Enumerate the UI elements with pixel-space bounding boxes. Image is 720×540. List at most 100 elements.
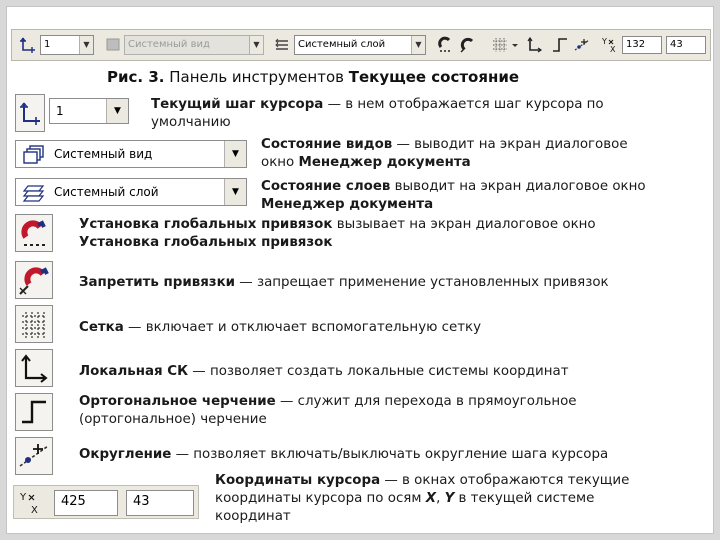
grid-icon[interactable]: [490, 35, 510, 55]
text: — в нем отображается шаг курсора по: [323, 97, 604, 112]
cursor-step-select[interactable]: 1 ▼: [40, 35, 94, 55]
view-state-combo[interactable]: Системный вид ▼: [15, 140, 247, 168]
cursor-coords-desc: Координаты курсора — в окнах отображаютс…: [215, 472, 629, 526]
term: Состояние видов: [261, 137, 393, 152]
axis-y: Y: [444, 491, 455, 506]
local-cs-icon: [21, 354, 48, 383]
cursor-step-icon[interactable]: [18, 35, 38, 55]
disable-snaps-button[interactable]: [15, 261, 53, 299]
view-state-combo-value: Системный вид: [54, 147, 153, 161]
term: Установка глобальных привязок: [79, 217, 333, 232]
disable-snaps-desc: Запретить привязки — запрещает применени…: [79, 274, 609, 292]
term: Менеджер документа: [261, 197, 434, 212]
layer-state-select[interactable]: Системный слой ▼: [294, 35, 426, 55]
svg-text:Y: Y: [601, 37, 607, 46]
text: — служит для перехода в прямоугольное: [275, 394, 577, 409]
svg-text:X: X: [31, 505, 38, 516]
cursor-step-desc: Текущий шаг курсора — в нем отображается…: [151, 96, 604, 132]
ortho-desc: Ортогональное черчение — служит для пере…: [79, 393, 577, 429]
ortho-button[interactable]: [15, 393, 53, 431]
term: Менеджер документа: [298, 155, 471, 170]
dropdown-arrow-icon[interactable]: [510, 35, 520, 55]
grid-icon: [22, 312, 46, 338]
term: Локальная СК: [79, 364, 189, 379]
text: — в окнах отображаются текущие: [380, 473, 630, 488]
caption-text: Панель инструментов: [164, 68, 349, 86]
rounding-button[interactable]: [15, 437, 53, 475]
cursor-x-value: 132: [626, 39, 646, 50]
global-snaps-button[interactable]: [15, 214, 53, 252]
text: — запрещает применение установленных при…: [235, 275, 609, 290]
svg-text:Y: Y: [19, 492, 27, 503]
cursor-coords-panel: Y X 425 43: [13, 485, 199, 519]
text: — позволяет включать/выключать округлени…: [171, 447, 609, 462]
layer-state-combo-value: Системный слой: [54, 185, 159, 199]
cursor-y-value: 43: [133, 494, 150, 509]
layer-state-combo[interactable]: Системный слой ▼: [15, 178, 247, 206]
local-cs-desc: Локальная СК — позволяет создать локальн…: [79, 363, 569, 381]
cursor-x-field[interactable]: 132: [622, 36, 662, 54]
term: Состояние слоев: [261, 179, 391, 194]
text: умолчанию: [151, 115, 231, 130]
term: Сетка: [79, 320, 124, 335]
cursor-coords-icon: Y X: [19, 492, 38, 516]
text: — включает и отключает вспомогательную с…: [123, 320, 482, 335]
text: — выводит на экран диалоговое: [392, 137, 628, 152]
rounding-icon: [19, 444, 49, 467]
local-cs-icon[interactable]: [524, 35, 544, 55]
layer-state-icon: [22, 185, 45, 202]
text: в текущей системе: [454, 491, 595, 506]
cursor-y-field[interactable]: 43: [126, 490, 194, 516]
current-state-toolbar: 1 ▼ Системный вид ▼ Системный слой ▼ Y X…: [11, 29, 711, 61]
term: Координаты курсора: [215, 473, 381, 488]
disable-snaps-icon[interactable]: [458, 35, 478, 55]
term: Запретить привязки: [79, 275, 236, 290]
chevron-down-icon[interactable]: ▼: [79, 36, 93, 54]
caption-bold: Текущее состояние: [348, 68, 520, 86]
local-cs-button[interactable]: [15, 349, 53, 387]
magnet-icon: [21, 220, 46, 246]
term: Округление: [79, 447, 172, 462]
ortho-icon: [22, 400, 46, 424]
rounding-desc: Округление — позволяет включать/выключат…: [79, 446, 608, 464]
slide: 1 ▼ Системный вид ▼ Системный слой ▼ Y X…: [6, 6, 714, 534]
cursor-y-field[interactable]: 43: [666, 36, 706, 54]
view-state-icon: [23, 145, 44, 164]
rounding-icon[interactable]: [572, 35, 592, 55]
cursor-step-value: 1: [44, 39, 51, 50]
chevron-down-icon[interactable]: ▼: [224, 141, 246, 167]
chevron-down-icon[interactable]: ▼: [106, 99, 128, 123]
view-state-select: Системный вид ▼: [124, 35, 264, 55]
cursor-step-button[interactable]: [15, 94, 45, 132]
view-state-value: Системный вид: [128, 39, 210, 50]
view-state-desc: Состояние видов — выводит на экран диало…: [261, 136, 628, 172]
ortho-icon[interactable]: [550, 35, 570, 55]
magnet-off-icon: [19, 267, 49, 295]
grid-desc: Сетка — включает и отключает вспомогател…: [79, 319, 481, 337]
cursor-step-icon: [20, 102, 40, 125]
view-state-icon: [106, 38, 120, 51]
figure-caption: Рис. 3. Панель инструментов Текущее сост…: [107, 68, 519, 86]
figure-number: Рис. 3.: [107, 68, 165, 86]
cursor-coords-icon: Y X: [601, 37, 616, 54]
grid-button[interactable]: [15, 305, 53, 343]
global-snaps-desc: Установка глобальных привязок вызывает н…: [79, 216, 596, 252]
layer-state-value: Системный слой: [298, 39, 386, 50]
text: ,: [436, 491, 445, 506]
text: координат: [215, 509, 291, 524]
cursor-x-field[interactable]: 425: [54, 490, 118, 516]
chevron-down-icon[interactable]: ▼: [224, 179, 246, 205]
term: Ортогональное черчение: [79, 394, 276, 409]
layer-state-icon[interactable]: [272, 35, 292, 55]
text: вызывает на экран диалоговое окно: [332, 217, 596, 232]
text: координаты курсора по осям: [215, 491, 426, 506]
cursor-y-value: 43: [670, 39, 683, 50]
axis-x: X: [425, 491, 437, 506]
chevron-down-icon[interactable]: ▼: [411, 36, 425, 54]
global-snaps-icon[interactable]: [436, 35, 456, 55]
cursor-step-combo[interactable]: 1 ▼: [49, 98, 129, 124]
svg-text:X: X: [610, 45, 616, 54]
layer-state-desc: Состояние слоев выводит на экран диалого…: [261, 178, 646, 214]
term: Текущий шаг курсора: [151, 97, 324, 112]
cursor-x-value: 425: [61, 494, 86, 509]
